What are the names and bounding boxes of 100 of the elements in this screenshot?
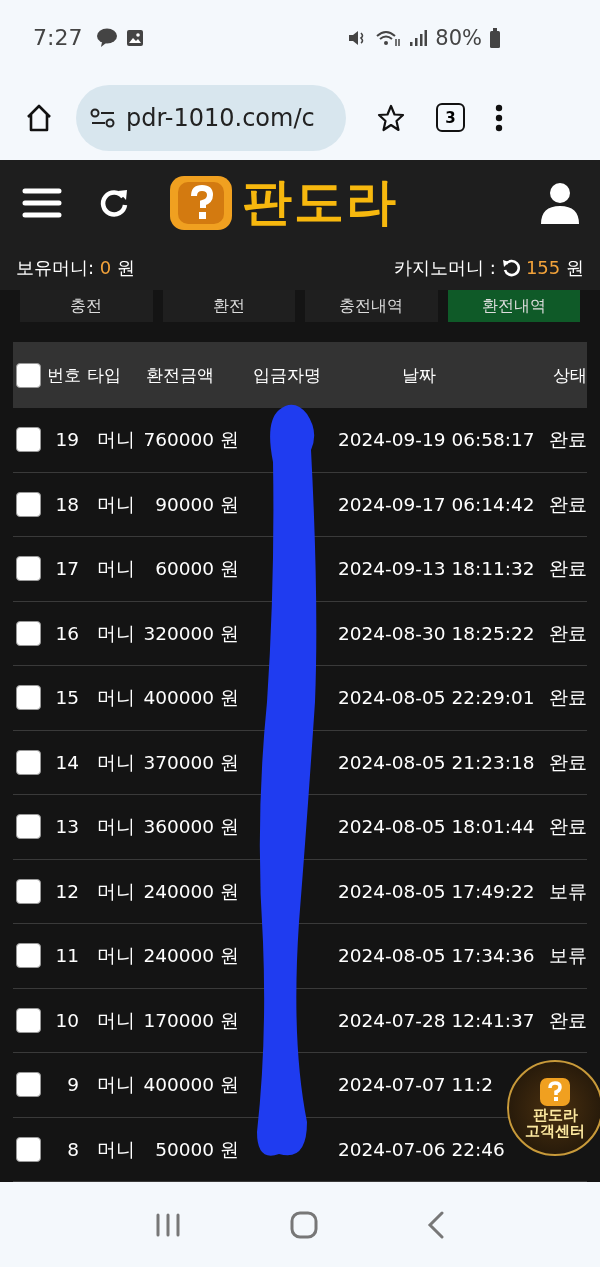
chat-bubble-icon [96, 27, 119, 48]
user-icon[interactable] [540, 181, 580, 224]
checkbox[interactable] [16, 814, 41, 840]
table-cell-text: 2024-07-06 22:46 [337, 1138, 506, 1160]
table-cell-text: 2024-09-17 06:14:42 [337, 493, 534, 515]
checkbox[interactable] [16, 491, 41, 517]
table-cell-text: 보류 [548, 879, 587, 904]
column-header: 환전금액 [145, 363, 215, 387]
battery-percent: 80% [435, 25, 482, 50]
table-cell-text: 완료 [548, 750, 587, 775]
checkbox[interactable] [16, 685, 41, 711]
table-cell-text: 2024-08-05 17:49:22 [337, 880, 534, 902]
held-money: 보유머니: 0 원 [16, 255, 135, 280]
table-cell-text: 2024-08-30 18:25:22 [337, 622, 534, 644]
back-icon[interactable] [427, 1210, 446, 1239]
table-cell-text: 2024-09-13 18:11:32 [337, 558, 534, 580]
table-cell-text: 머니 [96, 1073, 135, 1098]
table-cell-text: 50000 원 [154, 1137, 239, 1162]
table-cell-text: 18 [54, 493, 79, 515]
table-cell-text: 2024-07-28 12:41:37 [337, 1009, 534, 1031]
column-header: 날짜 [401, 363, 437, 387]
column-header: 상태 [552, 363, 587, 387]
table-cell-text: 19 [54, 429, 79, 451]
column-header: 입금자명 [251, 363, 322, 387]
checkbox[interactable] [16, 1072, 41, 1098]
table-cell-text: 240000 원 [142, 879, 239, 904]
table-cell-text: 완료 [548, 686, 587, 711]
column-header: 타입 [87, 363, 121, 387]
table-cell-text: 보류 [548, 944, 587, 969]
table-cell-text: 760000 원 [142, 428, 239, 453]
table-cell-text: 8 [66, 1138, 79, 1160]
recent-apps-icon[interactable] [154, 1212, 181, 1237]
table-cell-text: 머니 [96, 944, 135, 969]
support-badge[interactable]: 판도라 고객센터 [507, 1060, 600, 1156]
tab[interactable]: 환전내역 [447, 290, 580, 322]
checkbox[interactable] [16, 556, 41, 582]
tab-count-button[interactable]: 3 [436, 103, 465, 132]
site-settings-icon[interactable] [90, 106, 116, 129]
tab[interactable]: 충전내역 [305, 290, 438, 322]
table-cell-text: 머니 [96, 686, 135, 711]
table-cell-text: 2024-08-05 22:29:01 [337, 687, 534, 709]
table-cell-text: 완료 [548, 428, 587, 453]
table-cell-text: 2024-07-07 11:2 [337, 1074, 494, 1096]
tab[interactable]: 환전 [162, 290, 295, 322]
table-cell-text: 2024-08-05 21:23:18 [337, 751, 534, 773]
star-icon[interactable] [376, 102, 406, 133]
table-cell-text: 14 [54, 751, 79, 773]
tab[interactable]: 충전 [20, 290, 153, 322]
checkbox[interactable] [16, 1136, 41, 1162]
table-cell-text: 370000 원 [142, 750, 239, 775]
refresh-icon[interactable] [501, 258, 520, 277]
address-bar[interactable]: pdr-1010.com/c [76, 84, 346, 151]
column-header: 번호 [47, 363, 81, 387]
table-cell-text: 완료 [548, 815, 587, 840]
table-cell-text: 90000 원 [154, 492, 239, 517]
checkbox[interactable] [16, 943, 41, 969]
table-cell-text: 머니 [96, 428, 135, 453]
menu-icon[interactable] [22, 186, 62, 219]
table-cell-text: 머니 [96, 492, 135, 517]
table-cell-text: 10 [54, 1009, 79, 1031]
question-box-icon [538, 1076, 572, 1109]
checkbox[interactable] [16, 427, 41, 453]
table-cell-text: 9 [66, 1074, 79, 1096]
table-cell-text: 머니 [96, 621, 135, 646]
table-cell-text: 320000 원 [142, 621, 239, 646]
wifi-icon [375, 28, 402, 47]
table-cell-text: 13 [54, 816, 79, 838]
checkbox[interactable] [16, 749, 41, 775]
casino-money-label: 카지노머니 : [394, 255, 496, 280]
checkbox[interactable] [16, 1007, 41, 1033]
table-cell-text: 머니 [96, 1008, 135, 1033]
table-cell-text: 400000 원 [142, 1073, 239, 1098]
table-cell-text: 완료 [548, 1008, 587, 1033]
table-cell-text: 2024-08-05 18:01:44 [337, 816, 534, 838]
table-cell-text: 170000 원 [142, 1008, 239, 1033]
table-cell-text: 완료 [548, 621, 587, 646]
image-icon [126, 28, 145, 47]
table-cell-text: 16 [54, 622, 79, 644]
table-cell-text: 머니 [96, 557, 135, 582]
table-cell-text: 240000 원 [142, 944, 239, 969]
table-cell-text: 머니 [96, 1137, 135, 1162]
casino-money-value: 155 원 [525, 255, 584, 280]
table-cell-text: 360000 원 [142, 815, 239, 840]
table-cell-text: 60000 원 [154, 557, 239, 582]
table-cell-text: 2024-09-19 06:58:17 [337, 429, 534, 451]
signal-icon [409, 28, 428, 47]
table-cell-text: 머니 [96, 879, 135, 904]
table-cell-text: 17 [54, 558, 79, 580]
battery-icon [490, 27, 500, 48]
checkbox[interactable] [16, 620, 41, 646]
more-icon[interactable] [495, 103, 503, 132]
table-cell-text: 머니 [96, 750, 135, 775]
checkbox[interactable] [16, 362, 41, 388]
table-cell-text: 2024-08-05 17:34:36 [337, 945, 534, 967]
table-cell-text: 12 [54, 880, 79, 902]
table-cell-text: 400000 원 [142, 686, 239, 711]
checkbox[interactable] [16, 878, 41, 904]
url-text: pdr-1010.com/c [126, 103, 315, 132]
table-cell-text: 11 [54, 945, 79, 967]
table-cell-text: 완료 [548, 492, 587, 517]
